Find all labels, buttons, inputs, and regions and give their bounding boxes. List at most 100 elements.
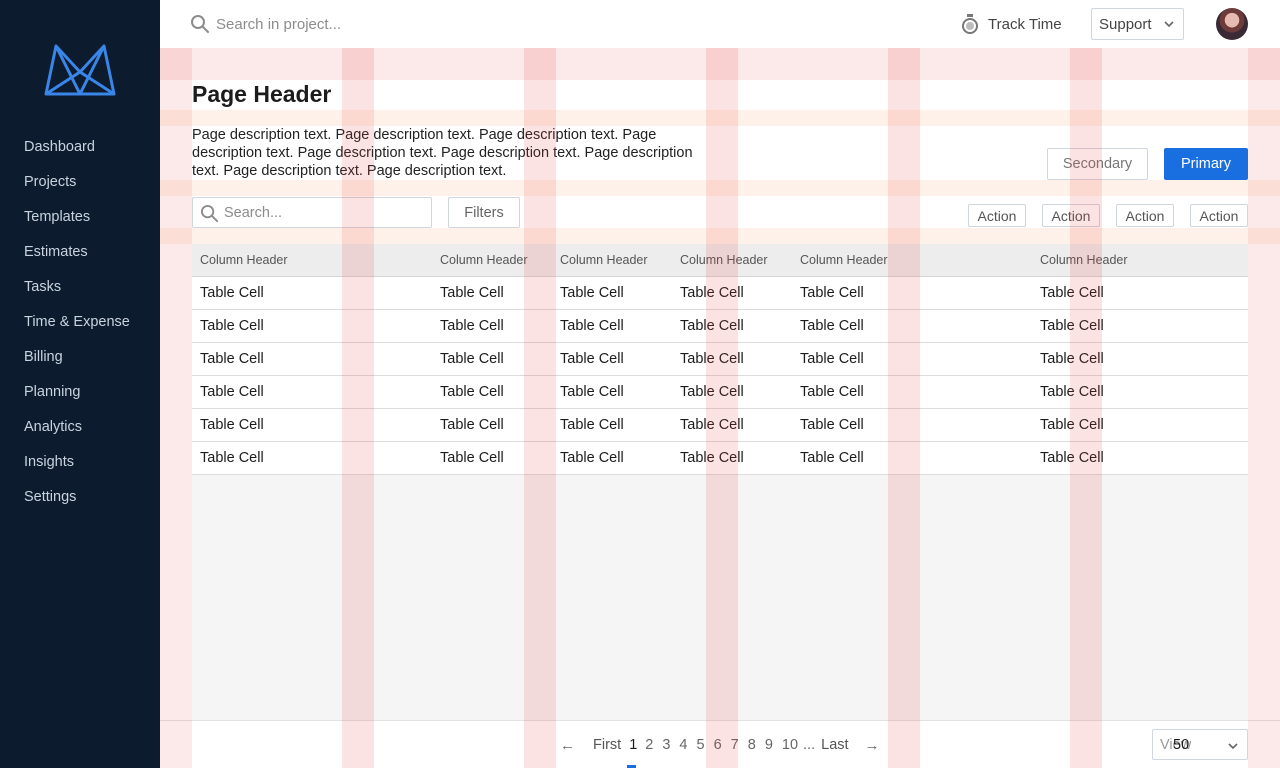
- action-button[interactable]: Action: [1042, 204, 1100, 227]
- column-header[interactable]: Column Header: [440, 244, 528, 276]
- pagination: ← First 1 2 3 4 5 6 7 8 9 10 ... Last →: [560, 735, 880, 755]
- chevron-down-icon: [1228, 743, 1238, 750]
- page-link[interactable]: 8: [748, 737, 756, 753]
- table-cell: Table Cell: [560, 318, 624, 334]
- sidebar-item-dashboard[interactable]: Dashboard: [0, 130, 160, 165]
- table-cell: Table Cell: [800, 318, 864, 334]
- table-row[interactable]: Table Cell Table Cell Table Cell Table C…: [192, 310, 1248, 343]
- page-last-link[interactable]: Last: [821, 737, 848, 753]
- track-time-button[interactable]: Track Time: [960, 12, 1062, 36]
- table-cell: Table Cell: [1040, 450, 1104, 466]
- sidebar-item-analytics[interactable]: Analytics: [0, 410, 160, 445]
- table-row[interactable]: Table Cell Table Cell Table Cell Table C…: [192, 409, 1248, 442]
- table-cell: Table Cell: [560, 285, 624, 301]
- support-label: Support: [1099, 15, 1152, 33]
- column-header[interactable]: Column Header: [1040, 244, 1128, 276]
- table-cell: Table Cell: [800, 384, 864, 400]
- table-cell: Table Cell: [200, 318, 264, 334]
- support-dropdown[interactable]: Support: [1091, 8, 1184, 40]
- page-link[interactable]: 10: [782, 737, 798, 753]
- action-button[interactable]: Action: [1190, 204, 1248, 227]
- table-cell: Table Cell: [1040, 318, 1104, 334]
- pagination-bar: ← First 1 2 3 4 5 6 7 8 9 10 ... Last → …: [160, 720, 1280, 768]
- sidebar-item-insights[interactable]: Insights: [0, 445, 160, 480]
- sidebar-item-tasks[interactable]: Tasks: [0, 270, 160, 305]
- column-header[interactable]: Column Header: [560, 244, 648, 276]
- page-link[interactable]: 4: [679, 737, 687, 753]
- page-ellipsis: ...: [803, 737, 816, 753]
- sidebar-item-billing[interactable]: Billing: [0, 340, 160, 375]
- user-avatar[interactable]: [1216, 8, 1248, 40]
- data-table: Column Header Column Header Column Heade…: [192, 244, 1248, 720]
- table-cell: Table Cell: [1040, 285, 1104, 301]
- table-row[interactable]: Table Cell Table Cell Table Cell Table C…: [192, 277, 1248, 310]
- table-cell: Table Cell: [440, 351, 504, 367]
- table-cell: Table Cell: [560, 384, 624, 400]
- table-cell: Table Cell: [680, 285, 744, 301]
- primary-button[interactable]: Primary: [1164, 148, 1248, 180]
- table-cell: Table Cell: [560, 351, 624, 367]
- sidebar: Dashboard Projects Templates Estimates T…: [0, 0, 160, 768]
- page-size-select[interactable]: View 50: [1152, 729, 1248, 760]
- page-title: Page Header: [192, 81, 332, 107]
- arrow-left-icon[interactable]: ←: [560, 737, 575, 754]
- table-cell: Table Cell: [440, 417, 504, 433]
- table-cell: Table Cell: [800, 351, 864, 367]
- column-header[interactable]: Column Header: [680, 244, 768, 276]
- table-cell: Table Cell: [1040, 351, 1104, 367]
- table-cell: Table Cell: [440, 318, 504, 334]
- secondary-button[interactable]: Secondary: [1047, 148, 1148, 180]
- stopwatch-icon: [962, 14, 978, 34]
- page-link[interactable]: 9: [765, 737, 773, 753]
- page-link[interactable]: 2: [645, 737, 653, 753]
- search-icon: [191, 15, 209, 33]
- table-cell: Table Cell: [560, 450, 624, 466]
- top-bar: Track Time Support: [160, 0, 1280, 48]
- sidebar-item-time-expense[interactable]: Time & Expense: [0, 305, 160, 340]
- table-cell: Table Cell: [680, 318, 744, 334]
- action-button[interactable]: Action: [968, 204, 1026, 227]
- search-icon: [200, 204, 219, 223]
- page-link-current[interactable]: 1: [629, 737, 637, 753]
- table-cell: Table Cell: [800, 417, 864, 433]
- column-header[interactable]: Column Header: [800, 244, 888, 276]
- table-cell: Table Cell: [440, 285, 504, 301]
- table-header-row: Column Header Column Header Column Heade…: [192, 244, 1248, 277]
- sidebar-item-settings[interactable]: Settings: [0, 480, 160, 515]
- table-cell: Table Cell: [200, 417, 264, 433]
- sidebar-nav: Dashboard Projects Templates Estimates T…: [0, 130, 160, 515]
- table-row[interactable]: Table Cell Table Cell Table Cell Table C…: [192, 442, 1248, 475]
- main-content: Page Header Page description text. Page …: [160, 48, 1280, 768]
- sidebar-item-estimates[interactable]: Estimates: [0, 235, 160, 270]
- table-cell: Table Cell: [560, 417, 624, 433]
- column-header[interactable]: Column Header: [200, 244, 288, 276]
- table-search-input[interactable]: [224, 202, 424, 224]
- sidebar-item-templates[interactable]: Templates: [0, 200, 160, 235]
- app-logo-icon[interactable]: [44, 42, 116, 96]
- page-first-link[interactable]: First: [593, 737, 621, 753]
- table-cell: Table Cell: [440, 384, 504, 400]
- page-size-value: 50: [1173, 737, 1190, 753]
- table-cell: Table Cell: [200, 384, 264, 400]
- chevron-down-icon: [1164, 21, 1174, 28]
- table-cell: Table Cell: [680, 417, 744, 433]
- table-cell: Table Cell: [200, 351, 264, 367]
- project-search-input[interactable]: [216, 12, 516, 36]
- table-search-field[interactable]: [192, 197, 432, 228]
- table-row[interactable]: Table Cell Table Cell Table Cell Table C…: [192, 376, 1248, 409]
- sidebar-item-planning[interactable]: Planning: [0, 375, 160, 410]
- page-link[interactable]: 5: [697, 737, 705, 753]
- table-cell: Table Cell: [200, 285, 264, 301]
- table-cell: Table Cell: [680, 384, 744, 400]
- action-button[interactable]: Action: [1116, 204, 1174, 227]
- page-link[interactable]: 6: [714, 737, 722, 753]
- arrow-right-icon[interactable]: →: [865, 737, 880, 754]
- table-row[interactable]: Table Cell Table Cell Table Cell Table C…: [192, 343, 1248, 376]
- filters-button[interactable]: Filters: [448, 197, 520, 228]
- table-cell: Table Cell: [800, 285, 864, 301]
- page-link[interactable]: 7: [731, 737, 739, 753]
- sidebar-item-projects[interactable]: Projects: [0, 165, 160, 200]
- table-cell: Table Cell: [680, 450, 744, 466]
- page-link[interactable]: 3: [662, 737, 670, 753]
- page-description: Page description text. Page description …: [192, 127, 693, 179]
